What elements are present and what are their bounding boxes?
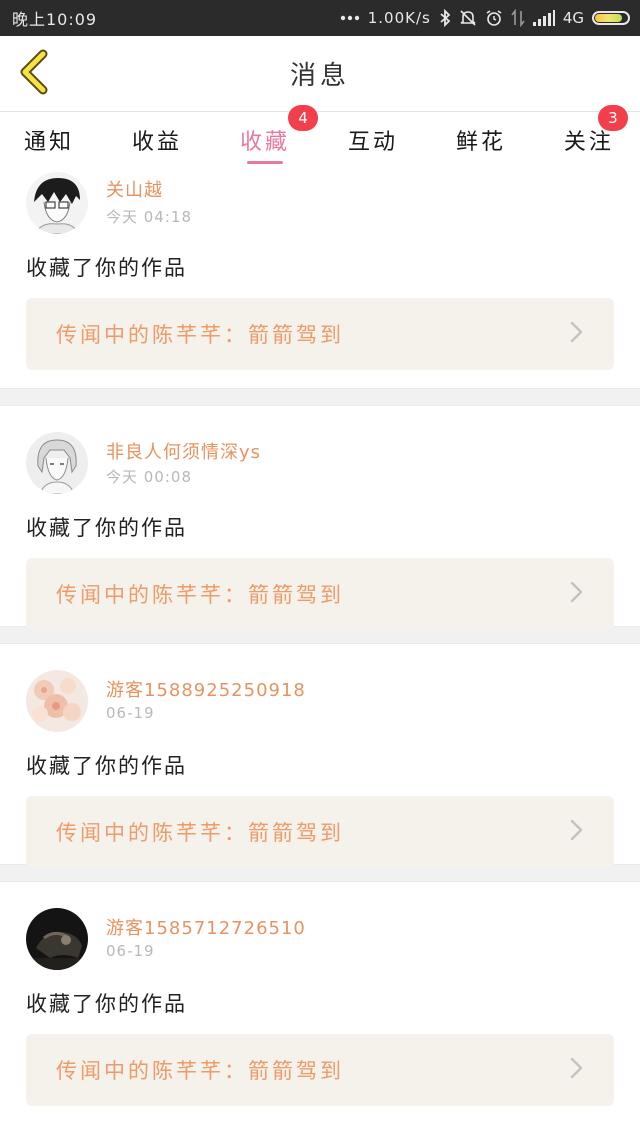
avatar[interactable] xyxy=(26,432,88,494)
tab-label: 互动 xyxy=(347,130,398,155)
active-tab-indicator xyxy=(246,161,283,164)
avatar[interactable] xyxy=(26,908,88,970)
avatar[interactable] xyxy=(26,670,88,732)
bluetooth-icon xyxy=(439,9,451,27)
network-speed: 1.00K/s xyxy=(367,9,431,27)
list-item: 非良人何须情深ys 今天 00:08 收藏了你的作品 传闻中的陈芊芊：箭箭驾到 xyxy=(0,406,640,630)
status-bar: 晚上10:09 1.00K/s 4G xyxy=(0,0,640,36)
activity-text: 收藏了你的作品 xyxy=(26,992,187,1016)
tab-label: 收藏 xyxy=(239,130,290,155)
work-link[interactable]: 传闻中的陈芊芊：箭箭驾到 xyxy=(26,796,614,868)
tab-favorites[interactable]: 收藏 4 xyxy=(239,105,318,168)
tab-label: 收益 xyxy=(131,130,182,155)
work-title: 传闻中的陈芊芊：箭箭驾到 xyxy=(56,583,344,607)
activity-text: 收藏了你的作品 xyxy=(26,516,187,540)
username[interactable]: 游客1585712726510 xyxy=(106,914,306,940)
data-transfer-icon xyxy=(511,9,525,27)
timestamp: 06-19 xyxy=(106,942,155,960)
work-link[interactable]: 传闻中的陈芊芊：箭箭驾到 xyxy=(26,298,614,370)
battery-icon xyxy=(592,11,630,25)
app-header: 消息 xyxy=(0,36,640,112)
work-link[interactable]: 传闻中的陈芊芊：箭箭驾到 xyxy=(26,558,614,630)
work-title: 传闻中的陈芊芊：箭箭驾到 xyxy=(56,821,344,845)
username[interactable]: 非良人何须情深ys xyxy=(106,438,261,464)
network-type: 4G xyxy=(562,9,584,27)
status-icons: 1.00K/s 4G xyxy=(340,9,630,27)
signal-icon xyxy=(532,10,555,26)
avatar[interactable] xyxy=(26,172,88,234)
list-item: 游客1585712726510 06-19 收藏了你的作品 传闻中的陈芊芊：箭箭… xyxy=(0,882,640,1106)
divider xyxy=(0,388,640,406)
unread-badge: 3 xyxy=(597,105,628,131)
list-item: 关山越 今天 04:18 收藏了你的作品 传闻中的陈芊芊：箭箭驾到 xyxy=(0,168,640,388)
chevron-left-icon xyxy=(17,48,51,100)
work-title: 传闻中的陈芊芊：箭箭驾到 xyxy=(56,323,344,347)
mute-bell-icon xyxy=(459,9,477,27)
work-link[interactable]: 传闻中的陈芊芊：箭箭驾到 xyxy=(26,1034,614,1106)
unread-badge: 4 xyxy=(287,105,318,131)
activity-text: 收藏了你的作品 xyxy=(26,256,187,280)
username[interactable]: 游客1588925250918 xyxy=(106,676,306,702)
tab-flowers[interactable]: 鲜花 xyxy=(456,112,506,168)
dots-icon xyxy=(340,14,360,22)
page-title: 消息 xyxy=(289,61,350,91)
timestamp: 今天 04:18 xyxy=(106,208,192,226)
back-button[interactable] xyxy=(14,48,54,100)
battery-level xyxy=(595,14,623,22)
activity-text: 收藏了你的作品 xyxy=(26,754,187,778)
username[interactable]: 关山越 xyxy=(106,176,163,202)
tab-bar: 通知 收益 收藏 4 互动 鲜花 关注 3 xyxy=(0,105,640,168)
timestamp: 06-19 xyxy=(106,704,155,722)
alarm-icon xyxy=(485,9,503,27)
list-item: 游客1588925250918 06-19 收藏了你的作品 传闻中的陈芊芊：箭箭… xyxy=(0,644,640,868)
status-time: 晚上10:09 xyxy=(12,10,98,29)
tab-notifications[interactable]: 通知 xyxy=(24,112,74,168)
tab-interactions[interactable]: 互动 xyxy=(348,112,398,168)
tab-earnings[interactable]: 收益 xyxy=(132,112,182,168)
tab-label: 通知 xyxy=(24,130,75,155)
work-title: 传闻中的陈芊芊：箭箭驾到 xyxy=(56,1059,344,1083)
chevron-right-icon xyxy=(570,581,584,607)
chevron-right-icon xyxy=(570,321,584,347)
tab-follows[interactable]: 关注 3 xyxy=(564,105,628,168)
message-list: 关山越 今天 04:18 收藏了你的作品 传闻中的陈芊芊：箭箭驾到 非良人何须情… xyxy=(0,168,640,1106)
chevron-right-icon xyxy=(570,1057,584,1083)
tab-label: 鲜花 xyxy=(455,130,506,155)
timestamp: 今天 00:08 xyxy=(106,468,192,486)
chevron-right-icon xyxy=(570,819,584,845)
